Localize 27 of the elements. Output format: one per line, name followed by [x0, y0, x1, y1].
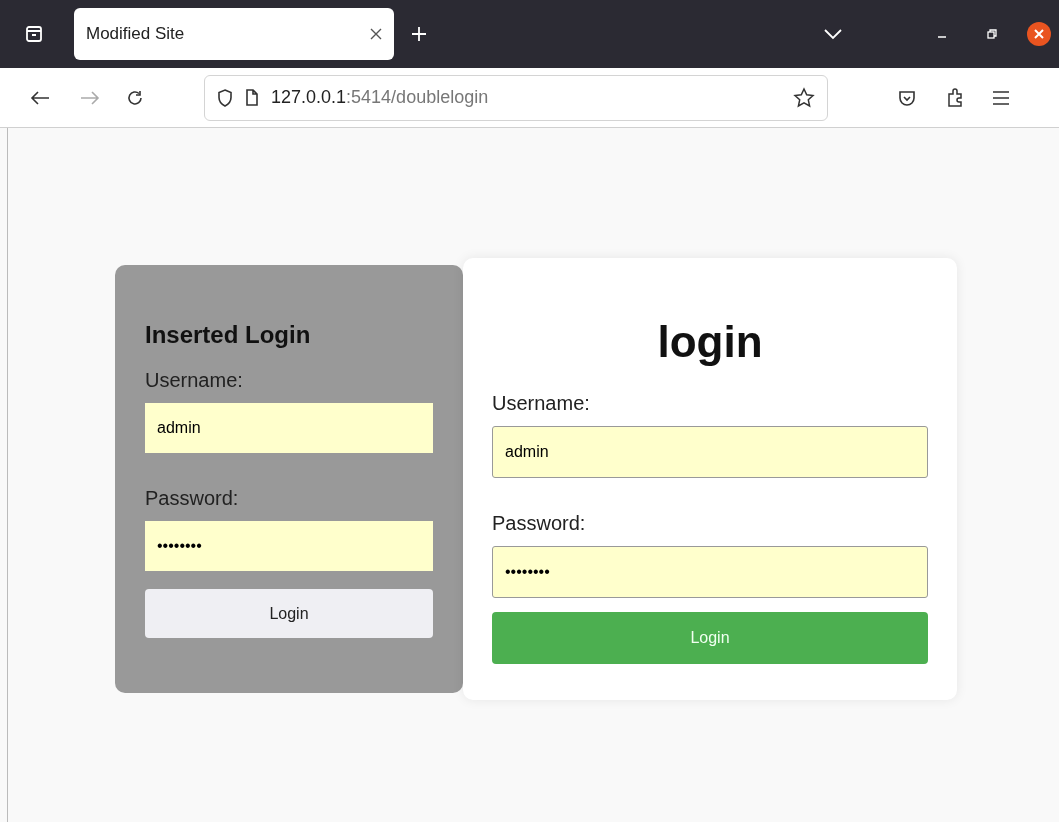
close-icon[interactable] — [1027, 22, 1051, 46]
pocket-icon[interactable] — [898, 88, 916, 107]
username-label: Username: — [145, 368, 244, 393]
new-tab-icon[interactable] — [410, 25, 428, 43]
tab-list-icon[interactable] — [25, 25, 43, 43]
close-tab-icon[interactable] — [370, 28, 382, 40]
shield-icon[interactable] — [217, 88, 233, 107]
password-field[interactable]: •••••••• — [145, 521, 433, 571]
page-icon — [245, 89, 259, 106]
reload-icon[interactable] — [126, 88, 144, 107]
password-field[interactable]: •••••••• — [492, 546, 928, 598]
password-label: Password: — [145, 486, 240, 511]
address-bar[interactable]: 127.0.0.1:5414/doublelogin — [204, 74, 828, 121]
username-field[interactable]: admin — [145, 403, 433, 453]
login-title: login — [656, 320, 764, 364]
restore-icon[interactable] — [987, 29, 997, 39]
password-label: Password: — [492, 511, 587, 536]
menu-icon[interactable] — [992, 90, 1010, 105]
browser-tab[interactable]: Modified Site — [74, 8, 394, 60]
username-field[interactable]: admin — [492, 426, 928, 478]
username-label: Username: — [492, 391, 591, 416]
url-text: 127.0.0.1:5414/doublelogin — [271, 86, 489, 109]
star-icon[interactable] — [793, 86, 815, 109]
panel-title: Inserted Login — [145, 323, 312, 347]
back-arrow-icon[interactable] — [30, 89, 50, 106]
login-button[interactable]: Login — [145, 589, 433, 638]
chevron-down-icon[interactable] — [823, 28, 843, 40]
